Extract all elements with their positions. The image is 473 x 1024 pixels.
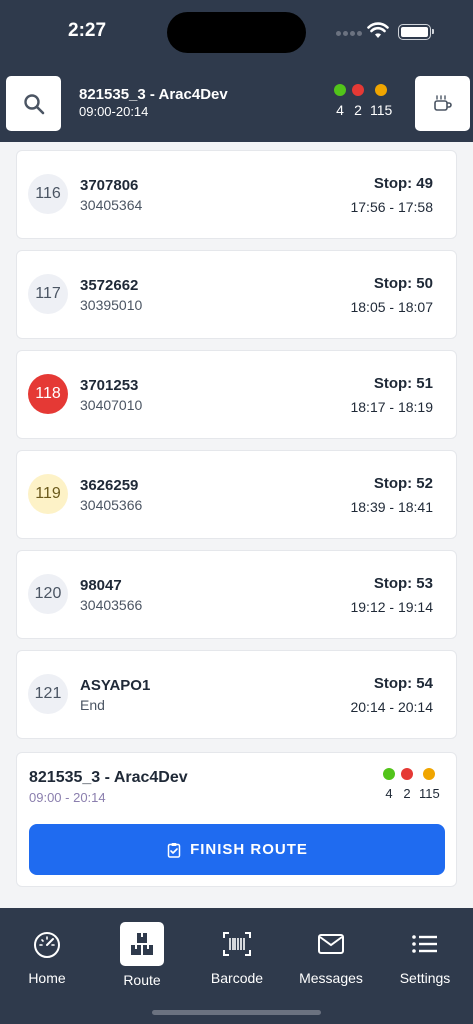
completed-count: 4 [334, 84, 346, 118]
reference-number: End [80, 697, 105, 713]
order-number: 3701253 [80, 377, 139, 394]
clipboard-check-icon [167, 842, 181, 858]
tab-route[interactable]: Route [97, 922, 187, 988]
bottom-navigation: Home Route Barcode Messages Settings [0, 908, 473, 1024]
stop-number: Stop: 54 [373, 675, 433, 692]
search-button[interactable] [6, 76, 61, 131]
route-time: 09:00-20:14 [79, 104, 149, 119]
summary-title: 821535_3 - Arac4Dev [29, 769, 188, 786]
finish-route-button[interactable]: FINISH ROUTE [29, 824, 445, 875]
stop-number: Stop: 50 [373, 275, 433, 292]
reference-number: 30407010 [80, 397, 143, 413]
route-title: 821535_3 - Arac4Dev [79, 86, 228, 103]
completed-count: 4 [383, 768, 395, 801]
search-icon [23, 93, 44, 114]
barcode-icon [223, 932, 251, 956]
stop-card[interactable]: 116 3707806 30405364 Stop: 49 17:56 - 17… [16, 150, 457, 239]
green-dot-icon [383, 768, 395, 780]
failed-count: 2 [352, 84, 364, 118]
envelope-icon [318, 934, 344, 954]
pending-count: 115 [419, 768, 440, 801]
order-number: ASYAPO1 [80, 677, 151, 694]
amber-dot-icon [423, 768, 436, 780]
tab-barcode-label: Barcode [210, 970, 264, 986]
summary-time: 09:00 - 20:14 [29, 790, 106, 805]
route-summary-card: 821535_3 - Arac4Dev 09:00 - 20:14 4 2 11… [16, 752, 457, 887]
sequence-badge: 118 [28, 374, 68, 414]
time-window: 19:12 - 19:14 [350, 599, 433, 615]
tab-home[interactable]: Home [2, 924, 92, 986]
break-button[interactable] [415, 76, 470, 131]
sequence-badge: 117 [28, 274, 68, 314]
pending-count: 115 [370, 84, 392, 118]
tab-barcode[interactable]: Barcode [192, 924, 282, 986]
list-icon [412, 935, 437, 953]
tab-messages-label: Messages [299, 970, 363, 986]
home-indicator [152, 1010, 321, 1015]
finish-route-label: FINISH ROUTE [190, 841, 308, 858]
tab-home-label: Home [28, 970, 66, 986]
cellular-signal-icon [336, 31, 362, 36]
stop-list: 116 3707806 30405364 Stop: 49 17:56 - 17… [16, 150, 457, 750]
reference-number: 30403566 [80, 597, 143, 613]
stop-card[interactable]: 117 3572662 30395010 Stop: 50 18:05 - 18… [16, 250, 457, 339]
green-dot-icon [334, 84, 346, 96]
sequence-badge: 120 [28, 574, 68, 614]
order-number: 3626259 [80, 477, 139, 494]
sequence-badge: 116 [28, 174, 68, 214]
battery-icon [398, 24, 434, 40]
coffee-icon [433, 94, 452, 111]
stop-card[interactable]: 118 3701253 30407010 Stop: 51 18:17 - 18… [16, 350, 457, 439]
tab-settings-label: Settings [399, 970, 451, 986]
sequence-badge: 121 [28, 674, 68, 714]
time-window: 20:14 - 20:14 [350, 699, 433, 715]
reference-number: 30395010 [80, 297, 143, 313]
time-window: 18:39 - 18:41 [350, 499, 433, 515]
tab-settings[interactable]: Settings [380, 924, 470, 986]
stop-number: Stop: 49 [373, 175, 433, 192]
status-time: 2:27 [68, 20, 107, 41]
red-dot-icon [401, 768, 413, 780]
order-number: 3572662 [80, 277, 139, 294]
tab-messages[interactable]: Messages [286, 924, 376, 986]
wifi-icon [367, 22, 389, 38]
order-number: 3707806 [80, 177, 139, 194]
time-window: 18:05 - 18:07 [350, 299, 433, 315]
sequence-badge: 119 [28, 474, 68, 514]
stop-card[interactable]: 121 ASYAPO1 End Stop: 54 20:14 - 20:14 [16, 650, 457, 739]
tab-route-label: Route [123, 972, 161, 988]
summary-counts: 4 2 115 [383, 768, 440, 801]
time-window: 17:56 - 17:58 [350, 199, 433, 215]
failed-count: 2 [401, 768, 413, 801]
dynamic-island [167, 12, 306, 53]
stop-number: Stop: 51 [373, 375, 433, 392]
reference-number: 30405364 [80, 197, 143, 213]
red-dot-icon [352, 84, 364, 96]
time-window: 18:17 - 18:19 [350, 399, 433, 415]
amber-dot-icon [375, 84, 388, 96]
order-number: 98047 [80, 577, 122, 594]
status-counts: 4 2 115 [334, 84, 392, 118]
stop-card[interactable]: 119 3626259 30405366 Stop: 52 18:39 - 18… [16, 450, 457, 539]
reference-number: 30405366 [80, 497, 143, 513]
stop-number: Stop: 53 [373, 575, 433, 592]
stop-number: Stop: 52 [373, 475, 433, 492]
top-bar: 2:27 821535_3 - Arac4Dev 09:00-20:14 4 2… [0, 0, 473, 142]
stop-card[interactable]: 120 98047 30403566 Stop: 53 19:12 - 19:1… [16, 550, 457, 639]
boxes-icon [131, 933, 153, 955]
speedometer-icon [34, 932, 60, 958]
